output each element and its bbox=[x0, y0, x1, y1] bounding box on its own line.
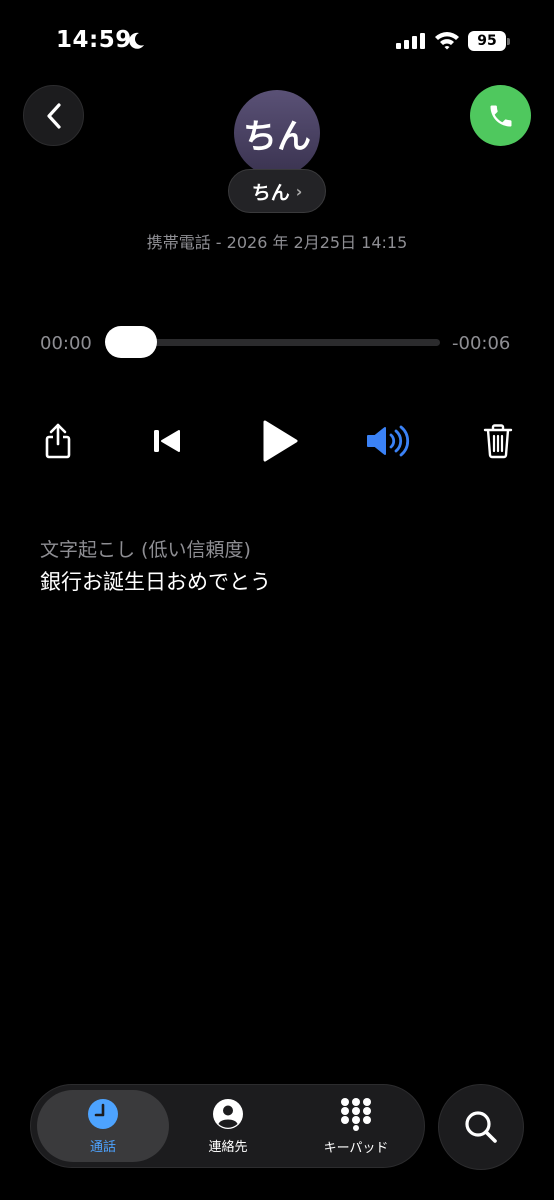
back-button[interactable] bbox=[23, 85, 84, 146]
cellular-signal-icon bbox=[396, 33, 425, 49]
tab-recents-label: 通話 bbox=[89, 1139, 116, 1155]
remaining-time: -00:06 bbox=[452, 333, 511, 354]
tab-recents[interactable]: 通話 bbox=[37, 1090, 169, 1162]
keypad-icon bbox=[341, 1097, 371, 1131]
moon-icon bbox=[129, 32, 144, 49]
tab-bar: 通話 連絡先 キーパッド bbox=[30, 1084, 425, 1168]
share-button[interactable] bbox=[36, 418, 80, 464]
skip-back-button[interactable] bbox=[146, 420, 188, 462]
wifi-icon bbox=[435, 32, 459, 50]
contact-name-button[interactable]: ちん › bbox=[228, 169, 326, 213]
search-button[interactable] bbox=[438, 1084, 524, 1170]
playback-slider-thumb[interactable] bbox=[105, 326, 157, 358]
transcript-text: 銀行お誕生日おめでとう bbox=[40, 570, 271, 594]
tab-contacts[interactable]: 連絡先 bbox=[173, 1085, 283, 1167]
tab-keypad[interactable]: キーパッド bbox=[301, 1085, 411, 1167]
clock-icon bbox=[88, 1098, 118, 1129]
person-icon bbox=[213, 1098, 243, 1129]
battery-tip bbox=[507, 38, 510, 45]
share-icon bbox=[45, 423, 71, 459]
playback-track[interactable] bbox=[110, 339, 440, 346]
play-icon bbox=[263, 420, 298, 462]
delete-button[interactable] bbox=[478, 418, 518, 464]
tab-contacts-label: 連絡先 bbox=[208, 1139, 248, 1155]
chevron-right-icon: › bbox=[295, 181, 303, 201]
contact-name: ちん bbox=[251, 181, 290, 204]
speaker-icon bbox=[367, 425, 410, 457]
battery-level: 95 bbox=[468, 31, 506, 51]
skip-back-icon bbox=[154, 430, 180, 452]
status-time: 14:59 bbox=[56, 27, 132, 53]
voicemail-meta: 携帯電話 - 2026 年 2月25日 14:15 bbox=[146, 233, 408, 252]
chevron-left-icon bbox=[46, 102, 61, 129]
elapsed-time: 00:00 bbox=[40, 333, 92, 354]
phone-icon bbox=[490, 105, 511, 126]
trash-icon bbox=[483, 424, 513, 459]
tab-keypad-label: キーパッド bbox=[323, 1140, 389, 1156]
speaker-button[interactable] bbox=[362, 418, 414, 464]
call-button[interactable] bbox=[470, 85, 531, 146]
transcript-label: 文字起こし (低い信頼度) bbox=[40, 539, 251, 561]
search-icon bbox=[465, 1111, 497, 1143]
contact-avatar[interactable]: ちん bbox=[234, 90, 320, 176]
play-button[interactable] bbox=[256, 415, 302, 467]
